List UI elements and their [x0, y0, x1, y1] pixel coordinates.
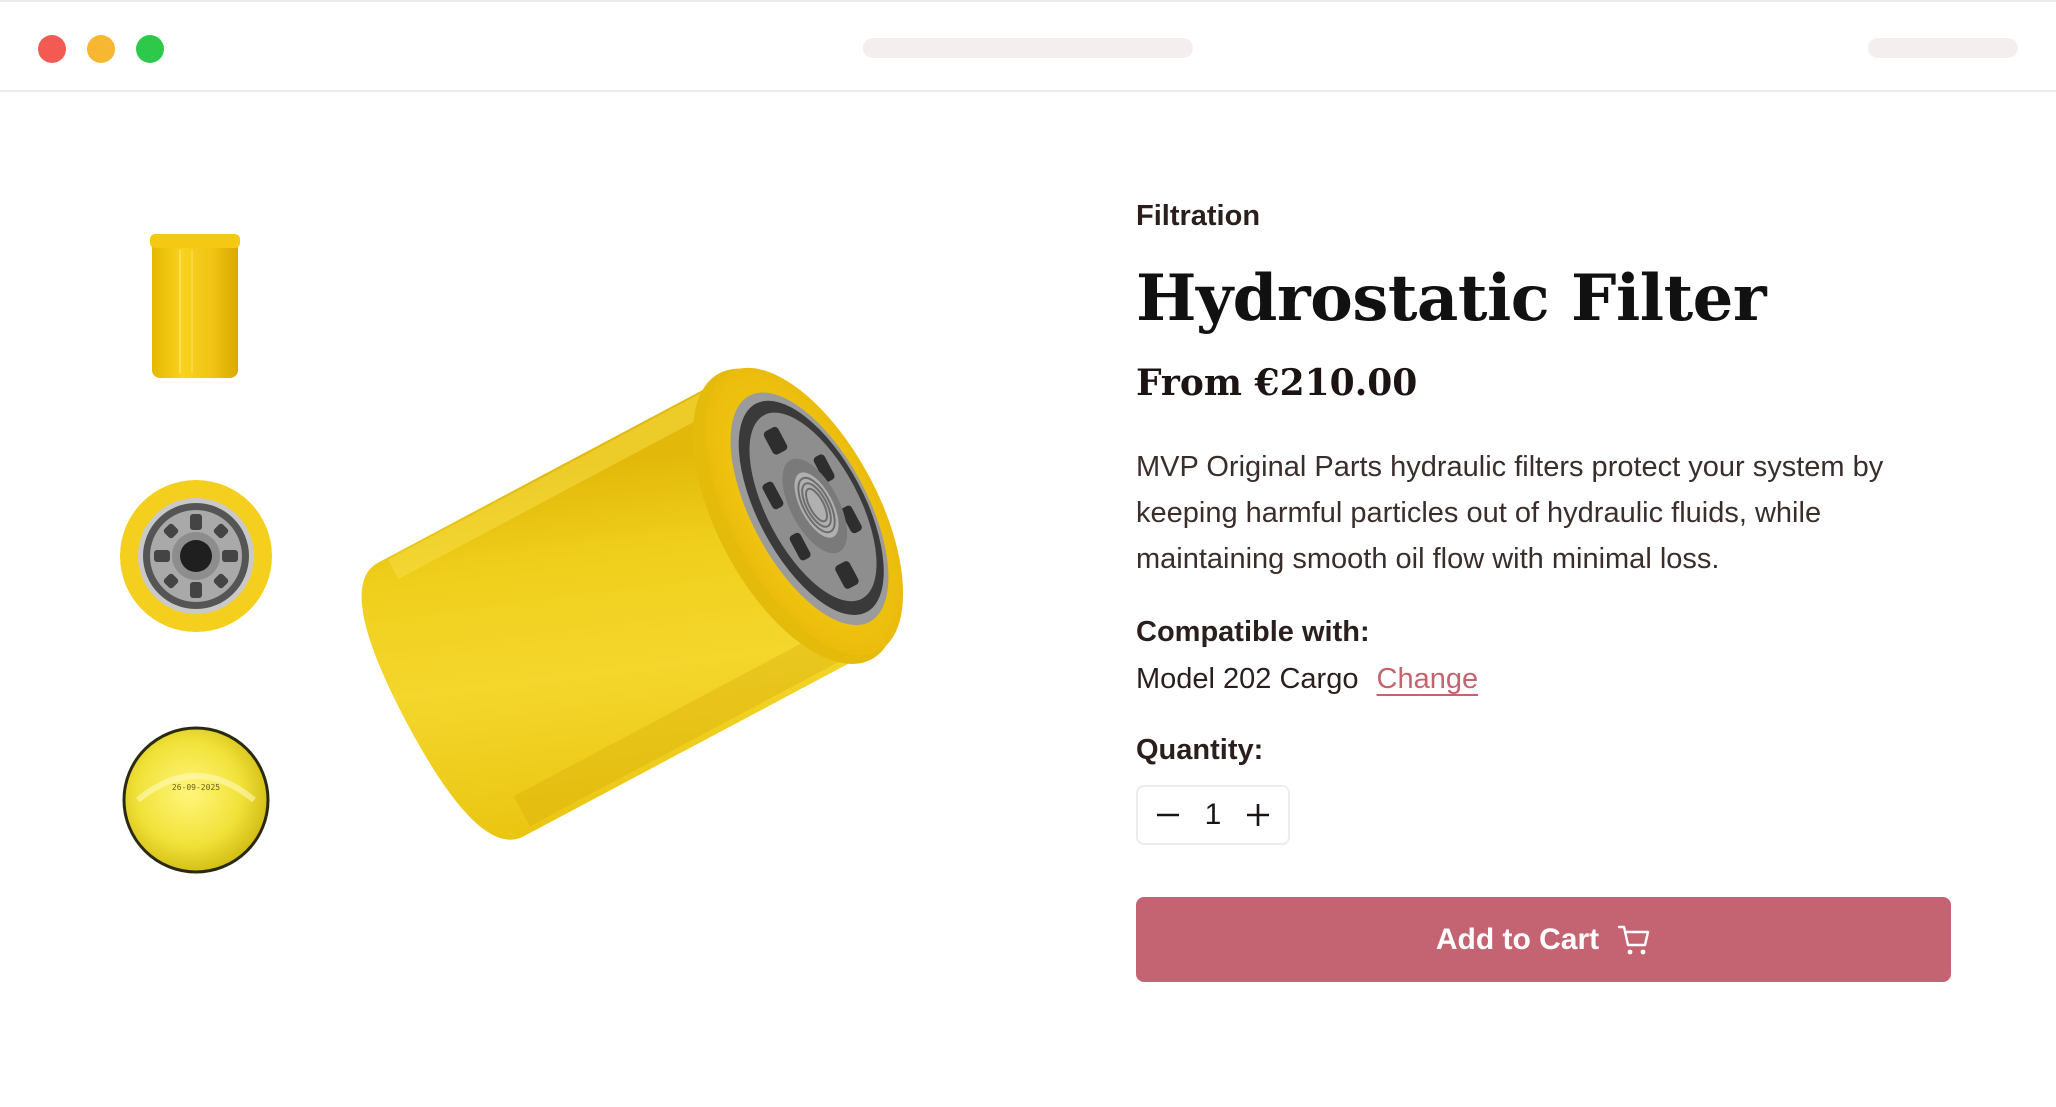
increase-quantity-button[interactable] — [1244, 801, 1272, 829]
add-to-cart-label: Add to Cart — [1435, 922, 1600, 956]
filter-bottom-image: 26-09-2025 — [122, 726, 270, 874]
browser-chrome — [0, 0, 2056, 92]
quantity-label: Quantity: — [1136, 734, 1264, 766]
product-category: Filtration — [1136, 200, 1261, 232]
quantity-stepper: 1 — [1136, 785, 1290, 845]
maximize-window-button[interactable] — [136, 35, 164, 63]
product-price: From €210.00 — [1136, 362, 1418, 404]
thumbnail-bottom-view[interactable]: 26-09-2025 — [118, 722, 274, 878]
plus-icon — [1247, 804, 1269, 826]
cart-icon — [1617, 925, 1650, 954]
minimize-window-button[interactable] — [87, 35, 115, 63]
compatible-model: Model 202 Cargo — [1136, 663, 1359, 695]
product-page: 26-09-2025 Filtration Hydrostatic Filter… — [0, 0, 2056, 1107]
toolbar-pill[interactable] — [1868, 38, 2018, 58]
product-info: Filtration Hydrostatic Filter From €210.… — [1136, 200, 1956, 982]
address-bar[interactable] — [863, 38, 1193, 58]
compatible-label: Compatible with: — [1136, 616, 1370, 648]
change-model-link[interactable]: Change — [1377, 663, 1479, 695]
quantity-value[interactable]: 1 — [1205, 798, 1222, 832]
close-window-button[interactable] — [38, 35, 66, 63]
product-description: MVP Original Parts hydraulic filters pro… — [1136, 451, 1884, 575]
thumbnail-top-view[interactable] — [118, 478, 274, 634]
hydraulic-filter-image — [361, 367, 904, 840]
minus-icon — [1157, 813, 1179, 817]
add-to-cart-button[interactable]: Add to Cart — [1136, 897, 1951, 982]
main-product-image — [340, 270, 1020, 840]
thumbnail-side-view[interactable] — [140, 228, 250, 388]
filter-side-image — [150, 234, 240, 378]
product-title: Hydrostatic Filter — [1136, 261, 1767, 336]
date-stamp: 26-09-2025 — [172, 783, 220, 792]
filter-top-image — [120, 480, 272, 632]
compatible-row: Model 202 Cargo Change — [1136, 663, 1956, 696]
decrease-quantity-button[interactable] — [1154, 801, 1182, 829]
